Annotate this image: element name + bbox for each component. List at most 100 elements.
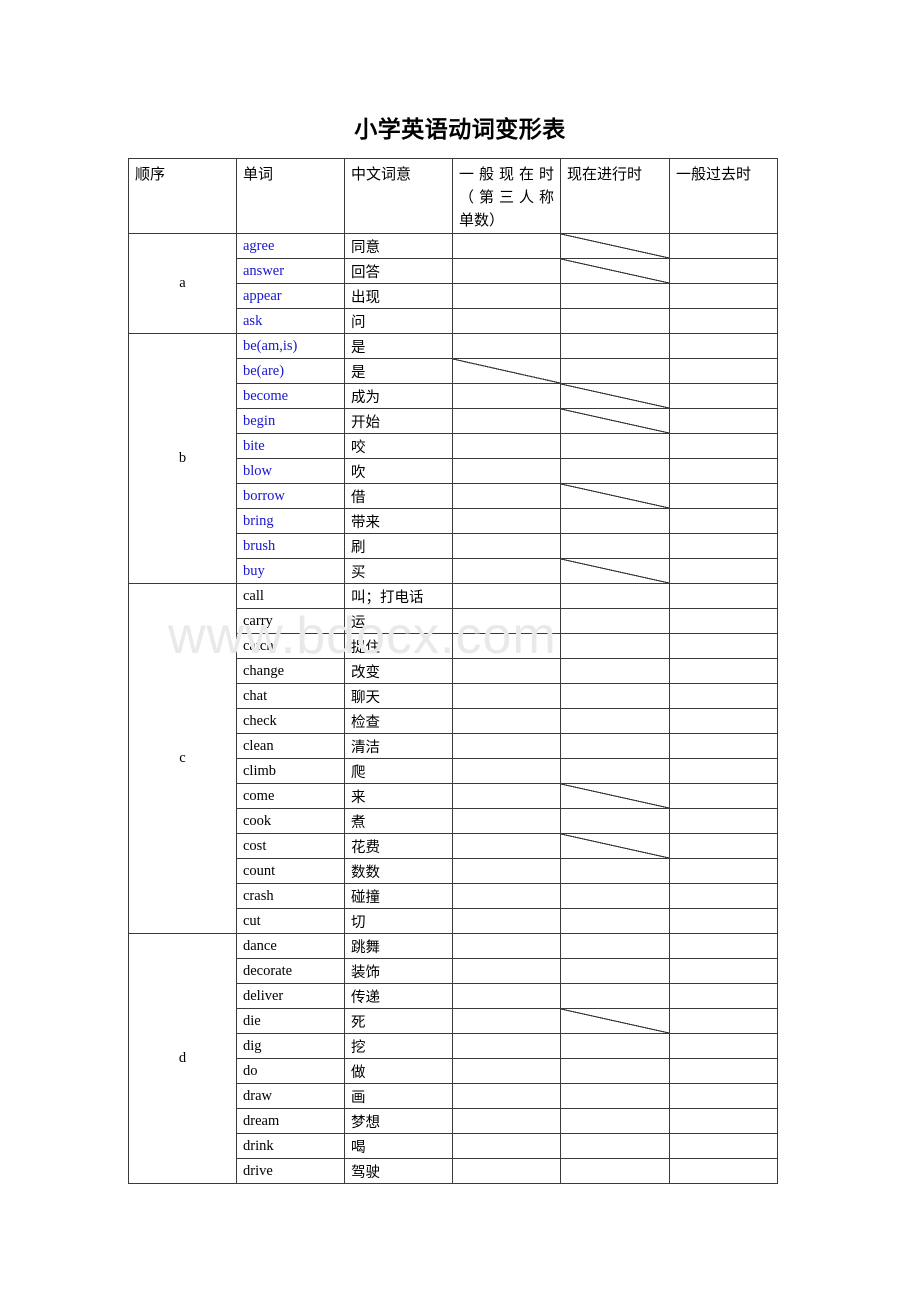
present-continuous-cell[interactable]	[560, 983, 670, 1009]
simple-past-cell[interactable]	[669, 358, 778, 384]
present-continuous-cell[interactable]	[560, 458, 670, 484]
diagonal-strikethrough-cell[interactable]	[560, 558, 670, 584]
simple-past-cell[interactable]	[669, 433, 778, 459]
simple-past-cell[interactable]	[669, 908, 778, 934]
present-continuous-cell[interactable]	[560, 708, 670, 734]
simple-present-cell[interactable]	[452, 583, 561, 609]
simple-present-cell[interactable]	[452, 908, 561, 934]
simple-past-cell[interactable]	[669, 558, 778, 584]
simple-present-cell[interactable]	[452, 533, 561, 559]
present-continuous-cell[interactable]	[560, 1108, 670, 1134]
simple-past-cell[interactable]	[669, 833, 778, 859]
simple-present-cell[interactable]	[452, 458, 561, 484]
diagonal-strikethrough-cell[interactable]	[560, 1008, 670, 1034]
simple-past-cell[interactable]	[669, 1008, 778, 1034]
simple-present-cell[interactable]	[452, 508, 561, 534]
simple-past-cell[interactable]	[669, 683, 778, 709]
simple-past-cell[interactable]	[669, 858, 778, 884]
present-continuous-cell[interactable]	[560, 1058, 670, 1084]
present-continuous-cell[interactable]	[560, 683, 670, 709]
present-continuous-cell[interactable]	[560, 583, 670, 609]
simple-past-cell[interactable]	[669, 1033, 778, 1059]
simple-present-cell[interactable]	[452, 808, 561, 834]
present-continuous-cell[interactable]	[560, 933, 670, 959]
simple-present-cell[interactable]	[452, 333, 561, 359]
simple-past-cell[interactable]	[669, 458, 778, 484]
simple-past-cell[interactable]	[669, 658, 778, 684]
simple-present-cell[interactable]	[452, 633, 561, 659]
present-continuous-cell[interactable]	[560, 808, 670, 834]
simple-present-cell[interactable]	[452, 558, 561, 584]
simple-past-cell[interactable]	[669, 633, 778, 659]
simple-present-cell[interactable]	[452, 608, 561, 634]
diagonal-strikethrough-cell[interactable]	[560, 833, 670, 859]
simple-past-cell[interactable]	[669, 508, 778, 534]
simple-past-cell[interactable]	[669, 783, 778, 809]
simple-present-cell[interactable]	[452, 783, 561, 809]
simple-present-cell[interactable]	[452, 683, 561, 709]
simple-present-cell[interactable]	[452, 883, 561, 909]
simple-present-cell[interactable]	[452, 1108, 561, 1134]
simple-present-cell[interactable]	[452, 483, 561, 509]
simple-past-cell[interactable]	[669, 283, 778, 309]
present-continuous-cell[interactable]	[560, 308, 670, 334]
simple-past-cell[interactable]	[669, 1108, 778, 1134]
simple-past-cell[interactable]	[669, 583, 778, 609]
simple-past-cell[interactable]	[669, 233, 778, 259]
present-continuous-cell[interactable]	[560, 908, 670, 934]
diagonal-strikethrough-cell[interactable]	[560, 383, 670, 409]
present-continuous-cell[interactable]	[560, 733, 670, 759]
simple-present-cell[interactable]	[452, 983, 561, 1009]
simple-present-cell[interactable]	[452, 233, 561, 259]
diagonal-strikethrough-cell[interactable]	[560, 408, 670, 434]
simple-present-cell[interactable]	[452, 1033, 561, 1059]
simple-past-cell[interactable]	[669, 308, 778, 334]
simple-present-cell[interactable]	[452, 1083, 561, 1109]
simple-past-cell[interactable]	[669, 958, 778, 984]
simple-present-cell[interactable]	[452, 283, 561, 309]
simple-past-cell[interactable]	[669, 733, 778, 759]
simple-present-cell[interactable]	[452, 383, 561, 409]
diagonal-strikethrough-cell[interactable]	[560, 258, 670, 284]
simple-present-cell[interactable]	[452, 258, 561, 284]
present-continuous-cell[interactable]	[560, 1158, 670, 1184]
simple-present-cell[interactable]	[452, 658, 561, 684]
present-continuous-cell[interactable]	[560, 1133, 670, 1159]
present-continuous-cell[interactable]	[560, 1083, 670, 1109]
simple-present-cell[interactable]	[452, 708, 561, 734]
simple-present-cell[interactable]	[452, 858, 561, 884]
simple-present-cell[interactable]	[452, 958, 561, 984]
present-continuous-cell[interactable]	[560, 508, 670, 534]
present-continuous-cell[interactable]	[560, 633, 670, 659]
simple-past-cell[interactable]	[669, 1083, 778, 1109]
simple-present-cell[interactable]	[452, 408, 561, 434]
present-continuous-cell[interactable]	[560, 758, 670, 784]
present-continuous-cell[interactable]	[560, 533, 670, 559]
simple-past-cell[interactable]	[669, 333, 778, 359]
present-continuous-cell[interactable]	[560, 883, 670, 909]
diagonal-strikethrough-cell[interactable]	[560, 483, 670, 509]
simple-present-cell[interactable]	[452, 433, 561, 459]
simple-present-cell[interactable]	[452, 733, 561, 759]
simple-past-cell[interactable]	[669, 883, 778, 909]
simple-present-cell[interactable]	[452, 1133, 561, 1159]
simple-past-cell[interactable]	[669, 408, 778, 434]
simple-present-cell[interactable]	[452, 833, 561, 859]
present-continuous-cell[interactable]	[560, 358, 670, 384]
simple-past-cell[interactable]	[669, 258, 778, 284]
simple-present-cell[interactable]	[452, 758, 561, 784]
simple-past-cell[interactable]	[669, 808, 778, 834]
present-continuous-cell[interactable]	[560, 1033, 670, 1059]
present-continuous-cell[interactable]	[560, 283, 670, 309]
simple-past-cell[interactable]	[669, 983, 778, 1009]
present-continuous-cell[interactable]	[560, 433, 670, 459]
simple-past-cell[interactable]	[669, 758, 778, 784]
simple-present-cell[interactable]	[452, 933, 561, 959]
simple-present-cell[interactable]	[452, 1058, 561, 1084]
simple-present-cell[interactable]	[452, 308, 561, 334]
present-continuous-cell[interactable]	[560, 333, 670, 359]
diagonal-strikethrough-cell[interactable]	[560, 233, 670, 259]
simple-past-cell[interactable]	[669, 1133, 778, 1159]
simple-past-cell[interactable]	[669, 1158, 778, 1184]
simple-present-cell[interactable]	[452, 1008, 561, 1034]
